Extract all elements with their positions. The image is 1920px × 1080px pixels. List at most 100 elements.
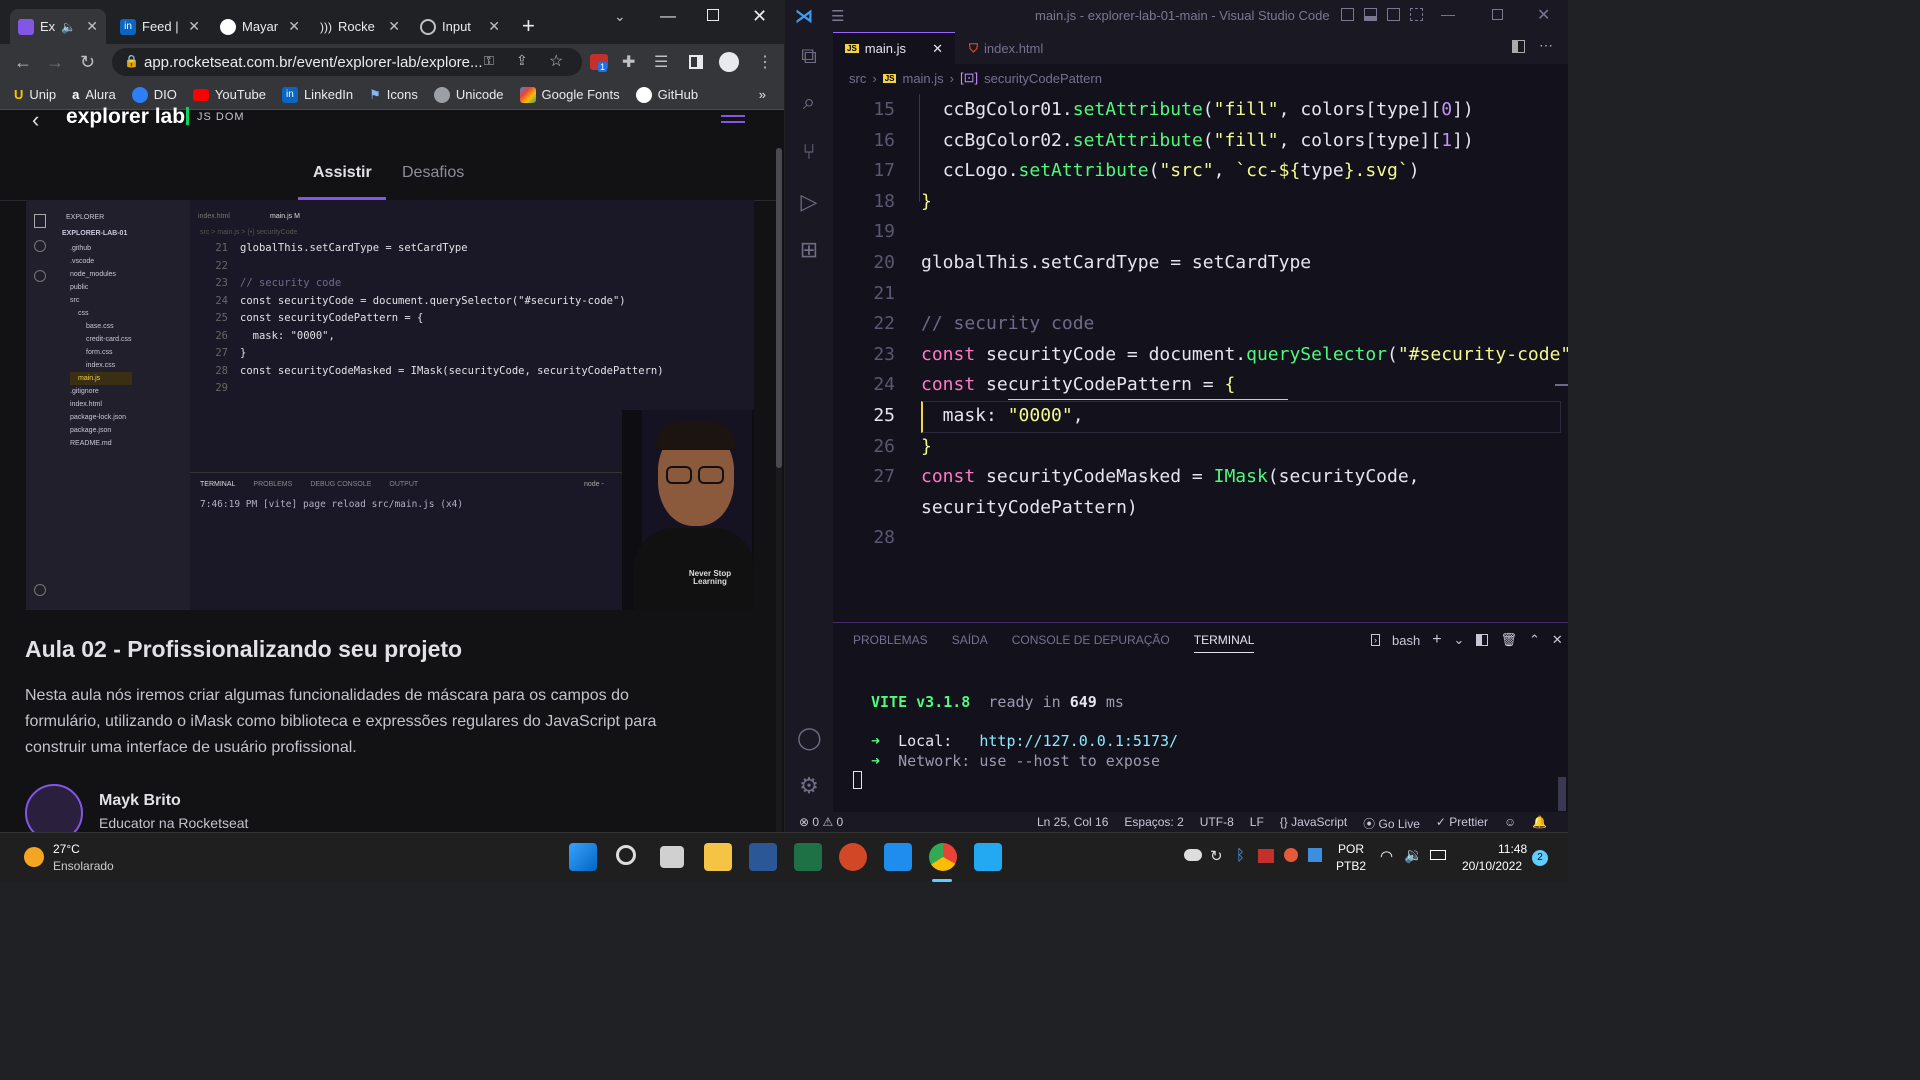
reload-icon[interactable]: ↻ xyxy=(80,52,95,73)
close-tab-icon[interactable]: ✕ xyxy=(488,18,500,35)
security-icon[interactable] xyxy=(1308,848,1322,862)
tab-output[interactable]: SAÍDA xyxy=(952,633,988,653)
search-icon[interactable] xyxy=(616,845,636,865)
tab-main-js[interactable]: JS main.js ✕ xyxy=(833,32,955,64)
breadcrumb-item[interactable]: src xyxy=(849,71,866,86)
customize-layout-icon[interactable] xyxy=(1410,8,1423,21)
minimize-button[interactable]: — xyxy=(660,8,676,26)
prettier-button[interactable]: ✓ Prettier xyxy=(1436,815,1488,832)
bookmark-item[interactable]: U Unip xyxy=(0,87,64,102)
close-tab-icon[interactable]: ✕ xyxy=(388,18,400,35)
search-icon[interactable]: ⌕ xyxy=(797,90,821,114)
bookmarks-overflow[interactable]: » xyxy=(751,87,784,102)
minimize-button[interactable]: — xyxy=(1441,6,1455,22)
tab-debug-console[interactable]: CONSOLE DE DEPURAÇÃO xyxy=(1012,633,1170,653)
close-tab-icon[interactable]: ✕ xyxy=(188,18,200,35)
toggle-sidebar-icon[interactable] xyxy=(1341,8,1354,21)
bookmark-item[interactable]: GitHub xyxy=(628,86,706,103)
tab-search-icon[interactable]: ⌄ xyxy=(614,8,626,25)
clock-time[interactable]: 11:48 xyxy=(1498,842,1527,856)
menu-icon[interactable] xyxy=(721,115,745,117)
weather-desc[interactable]: Ensolarado xyxy=(53,859,114,873)
sun-icon[interactable] xyxy=(24,847,44,867)
browser-tab-active[interactable]: Ex 🔈 ✕ xyxy=(10,9,106,44)
input-language[interactable]: POR xyxy=(1338,842,1364,856)
speaker-icon[interactable]: 🔈 xyxy=(61,20,76,34)
more-actions-icon[interactable]: ⋯ xyxy=(1539,37,1553,54)
chrome-icon[interactable] xyxy=(929,843,957,871)
menu-kebab-icon[interactable]: ⋮ xyxy=(757,52,773,72)
end-of-line[interactable]: LF xyxy=(1250,815,1264,832)
breadcrumb-item[interactable]: main.js xyxy=(902,71,943,86)
battery-icon[interactable] xyxy=(1430,850,1446,860)
wifi-icon[interactable]: ◠ xyxy=(1380,847,1393,865)
back-chevron-icon[interactable]: ‹ xyxy=(32,107,39,133)
excel-icon[interactable] xyxy=(794,843,822,871)
page-scrollbar[interactable] xyxy=(776,148,782,832)
mail-icon[interactable] xyxy=(884,843,912,871)
forward-icon[interactable]: → xyxy=(46,52,64,73)
breadcrumb-item[interactable]: securityCodePattern xyxy=(984,71,1102,86)
browser-tab[interactable]: ))) Rocke ✕ xyxy=(312,9,408,44)
browser-tab[interactable]: Input ✕ xyxy=(412,9,508,44)
bookmark-item[interactable]: Google Fonts xyxy=(512,86,628,103)
bell-icon[interactable]: 🔔 xyxy=(1532,815,1547,832)
tab-problems[interactable]: PROBLEMAS xyxy=(853,633,928,653)
terminal-cursor[interactable] xyxy=(853,771,862,789)
task-view-icon[interactable] xyxy=(660,846,684,868)
close-panel-icon[interactable]: ✕ xyxy=(1552,632,1563,648)
tray-app-icon[interactable] xyxy=(1284,848,1298,862)
toggle-panel-icon[interactable] xyxy=(1364,8,1377,21)
close-window-button[interactable]: ✕ xyxy=(752,6,767,27)
bookmark-star-icon[interactable]: ☆ xyxy=(549,51,563,71)
split-editor-icon[interactable] xyxy=(1512,40,1525,53)
maximize-button[interactable] xyxy=(1492,9,1503,20)
weather-temp[interactable]: 27°C xyxy=(53,842,80,856)
problems-status[interactable]: ⊗ 0 ⚠ 0 xyxy=(799,815,843,829)
bookmark-item[interactable]: YouTube xyxy=(185,87,274,102)
author-avatar[interactable] xyxy=(25,784,83,832)
file-explorer-icon[interactable] xyxy=(704,843,732,871)
encoding[interactable]: UTF-8 xyxy=(1200,815,1234,832)
new-terminal-icon[interactable]: + xyxy=(1432,631,1441,649)
split-terminal-icon[interactable] xyxy=(1476,634,1489,646)
volume-icon[interactable]: 🔉 xyxy=(1404,846,1423,864)
settings-gear-icon[interactable]: ⚙ xyxy=(797,774,821,798)
toggle-secondary-sidebar-icon[interactable] xyxy=(1387,8,1400,21)
powerpoint-icon[interactable] xyxy=(839,843,867,871)
bookmark-item[interactable]: Unicode xyxy=(426,86,512,103)
bookmark-item[interactable]: ⚑ Icons xyxy=(361,87,426,103)
maximize-panel-icon[interactable]: ⌃ xyxy=(1529,632,1540,648)
vscode-icon[interactable] xyxy=(974,843,1002,871)
back-icon[interactable]: ← xyxy=(14,52,32,73)
run-debug-icon[interactable]: ▷ xyxy=(797,190,821,214)
tab-index-html[interactable]: ⛉ index.html xyxy=(957,32,1087,64)
puzzle-icon[interactable]: ✚ xyxy=(622,52,635,72)
bookmark-item[interactable]: in LinkedIn xyxy=(274,86,361,103)
tab-assistir[interactable]: Assistir xyxy=(313,164,372,182)
language-mode[interactable]: {} JavaScript xyxy=(1280,815,1347,832)
trash-icon[interactable]: 🗑 xyxy=(1500,632,1517,648)
new-tab-button[interactable]: + xyxy=(522,13,535,39)
close-tab-icon[interactable]: ✕ xyxy=(86,18,98,35)
explorer-icon[interactable]: ⧉ xyxy=(797,44,821,68)
bluetooth-icon[interactable]: ᛒ xyxy=(1236,847,1245,864)
cursor-position[interactable]: Ln 25, Col 16 xyxy=(1037,815,1108,832)
word-icon[interactable] xyxy=(749,843,777,871)
profile-avatar[interactable] xyxy=(719,52,739,72)
bookmark-item[interactable]: a Alura xyxy=(64,87,124,102)
code-editor[interactable]: 15 ccBgColor01.setAttribute("fill", colo… xyxy=(833,94,1568,620)
tray-app-icon[interactable] xyxy=(1258,849,1274,863)
close-window-button[interactable]: ✕ xyxy=(1537,5,1550,25)
sidepanel-icon[interactable] xyxy=(689,55,703,69)
go-live-button[interactable]: ⦿ Go Live xyxy=(1363,815,1420,832)
browser-tab[interactable]: in Feed | ✕ xyxy=(112,9,208,44)
key-icon[interactable]: ⚿ xyxy=(484,53,494,69)
indentation[interactable]: Espaços: 2 xyxy=(1124,815,1183,832)
keyboard-layout[interactable]: PTB2 xyxy=(1336,859,1366,873)
shell-name[interactable]: bash xyxy=(1392,633,1420,648)
scrollbar-thumb[interactable] xyxy=(776,148,782,468)
tab-desafios[interactable]: Desafios xyxy=(402,164,464,182)
extensions-icon[interactable]: ⊞ xyxy=(797,238,821,262)
sync-icon[interactable]: ↻ xyxy=(1210,847,1223,865)
